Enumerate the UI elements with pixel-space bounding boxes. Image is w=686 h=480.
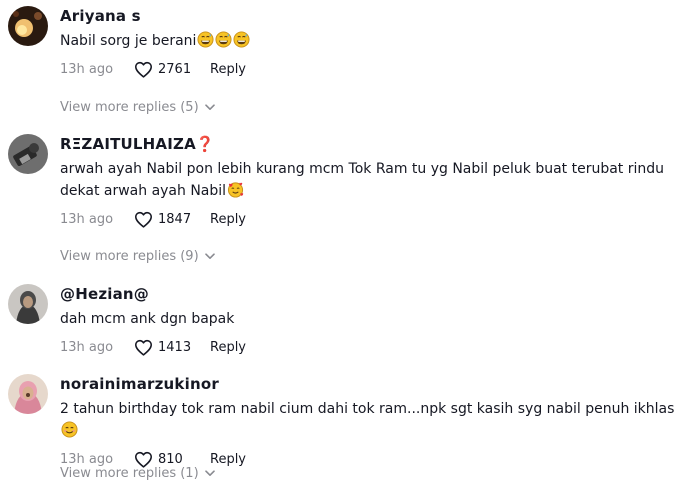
comment-text-content: 2 tahun birthday tok ram nabil cium dahi… bbox=[60, 401, 675, 417]
like-count: 1847 bbox=[158, 211, 192, 227]
comment-text: dah mcm ank dgn bapak bbox=[60, 308, 686, 330]
comment-text: arwah ayah Nabil pon lebih kurang mcm To… bbox=[60, 158, 686, 202]
comment-body: Ariyana s Nabil sorg je berani 13h ago 2… bbox=[60, 6, 686, 80]
reply-button[interactable]: Reply bbox=[210, 212, 246, 227]
timestamp: 13h ago bbox=[60, 211, 114, 227]
comment-meta: 13h ago 1847 Reply bbox=[60, 208, 686, 230]
like-button[interactable]: 810 bbox=[134, 451, 210, 468]
grinning-sweat-emoji bbox=[233, 31, 250, 48]
view-more-replies[interactable]: View more replies (9) bbox=[60, 249, 215, 264]
comment-body: @Hezian@ dah mcm ank dgn bapak 13h ago 1… bbox=[60, 284, 686, 358]
comment-text-content: dah mcm ank dgn bapak bbox=[60, 311, 235, 327]
timestamp: 13h ago bbox=[60, 451, 114, 467]
heart-outline-icon bbox=[134, 451, 152, 468]
username[interactable]: RΞZAITULHAIZA❓ bbox=[60, 134, 686, 154]
like-count: 2761 bbox=[158, 61, 192, 77]
chevron-down-icon bbox=[204, 253, 215, 259]
comment-body: norainimarzukinor 2 tahun birthday tok r… bbox=[60, 374, 686, 470]
reply-button[interactable]: Reply bbox=[210, 62, 246, 77]
avatar[interactable] bbox=[8, 6, 48, 46]
view-more-label: View more replies (9) bbox=[60, 249, 199, 264]
smiling-hearts-emoji bbox=[228, 182, 244, 198]
chevron-down-icon bbox=[204, 104, 215, 110]
like-button[interactable]: 2761 bbox=[134, 61, 210, 78]
view-more-label: View more replies (1) bbox=[60, 466, 199, 480]
like-button[interactable]: 1847 bbox=[134, 211, 210, 228]
avatar[interactable] bbox=[8, 374, 48, 414]
grinning-sweat-emoji bbox=[215, 31, 232, 48]
heart-outline-icon bbox=[134, 339, 152, 356]
smiling-blush-emoji bbox=[61, 421, 78, 438]
comment-text-content: Nabil sorg je berani bbox=[60, 33, 197, 49]
username[interactable]: norainimarzukinor bbox=[60, 374, 686, 394]
timestamp: 13h ago bbox=[60, 61, 114, 77]
heart-outline-icon bbox=[134, 61, 152, 78]
username[interactable]: @Hezian@ bbox=[60, 284, 686, 304]
like-button[interactable]: 1413 bbox=[134, 339, 210, 356]
like-count: 810 bbox=[158, 451, 183, 467]
like-count: 1413 bbox=[158, 339, 192, 355]
avatar[interactable] bbox=[8, 134, 48, 174]
heart-outline-icon bbox=[134, 211, 152, 228]
comment-text-content: arwah ayah Nabil pon lebih kurang mcm To… bbox=[60, 161, 665, 199]
comment-text: 2 tahun birthday tok ram nabil cium dahi… bbox=[60, 398, 686, 442]
comment-body: RΞZAITULHAIZA❓ arwah ayah Nabil pon lebi… bbox=[60, 134, 686, 230]
avatar[interactable] bbox=[8, 284, 48, 324]
comment-text: Nabil sorg je berani bbox=[60, 30, 686, 52]
username[interactable]: Ariyana s bbox=[60, 6, 686, 26]
comment-meta: 13h ago 2761 Reply bbox=[60, 58, 686, 80]
comment-meta: 13h ago 1413 Reply bbox=[60, 336, 686, 358]
timestamp: 13h ago bbox=[60, 339, 114, 355]
grinning-sweat-emoji bbox=[197, 31, 214, 48]
view-more-label: View more replies (5) bbox=[60, 100, 199, 115]
view-more-replies[interactable]: View more replies (1) bbox=[60, 466, 215, 480]
reply-button[interactable]: Reply bbox=[210, 452, 246, 467]
reply-button[interactable]: Reply bbox=[210, 340, 246, 355]
chevron-down-icon bbox=[204, 470, 215, 476]
view-more-replies[interactable]: View more replies (5) bbox=[60, 100, 215, 115]
